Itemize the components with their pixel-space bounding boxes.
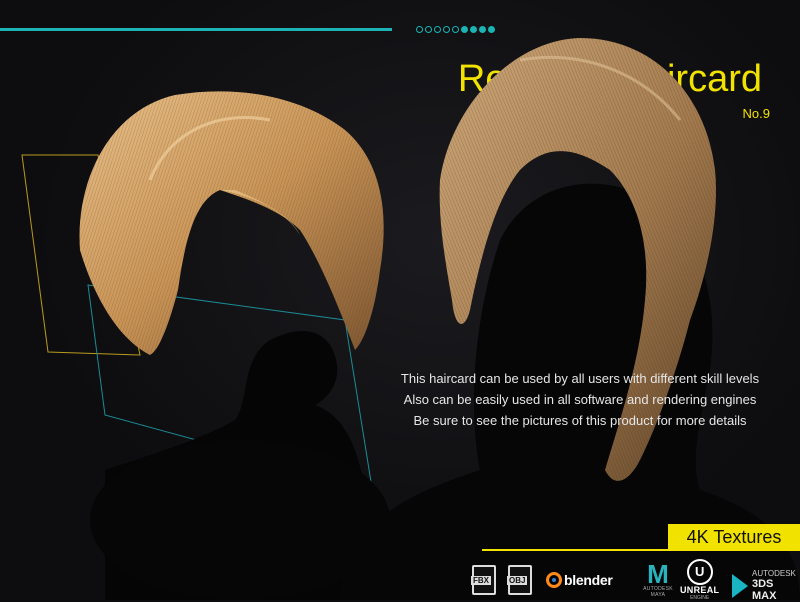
textures-badge: 4K Textures (668, 524, 800, 550)
fbx-file-icon: FBX (471, 565, 496, 595)
hair-model-left (79, 91, 384, 355)
3ds-max-name: 3DS MAX (752, 578, 777, 602)
maya-icon: M AUTODESK MAYA (643, 559, 673, 598)
product-description: This haircard can be used by all users w… (370, 368, 790, 431)
3ds-max-mark-icon (732, 573, 748, 598)
maya-letter: M (647, 559, 669, 589)
obj-file-icon: OBJ (507, 565, 532, 595)
unreal-icon: U UNREAL ENGINE (680, 559, 719, 601)
maya-caption: AUTODESK MAYA (643, 586, 673, 598)
description-line: Be sure to see the pictures of this prod… (413, 413, 747, 428)
3ds-max-icon: AUTODESK 3DS MAX (732, 569, 800, 602)
unreal-name: UNREAL (680, 585, 720, 595)
unreal-caption: ENGINE (690, 595, 710, 601)
blender-label: blender (564, 572, 613, 588)
description-line: Also can be easily used in all software … (403, 392, 757, 407)
badge-underline (482, 549, 800, 551)
blender-mark-icon (546, 572, 562, 588)
blender-icon: blender (546, 572, 613, 588)
software-logos: FBX OBJ blender M AUTODESK MAYA U UNREAL… (0, 555, 800, 602)
hair-render-scene (21, 38, 800, 600)
3ds-max-vendor: AUTODESK (752, 569, 796, 578)
unreal-letter: U (686, 559, 713, 585)
obj-label: OBJ (507, 576, 528, 585)
description-line: This haircard can be used by all users w… (400, 371, 760, 386)
fbx-label: FBX (471, 576, 491, 585)
